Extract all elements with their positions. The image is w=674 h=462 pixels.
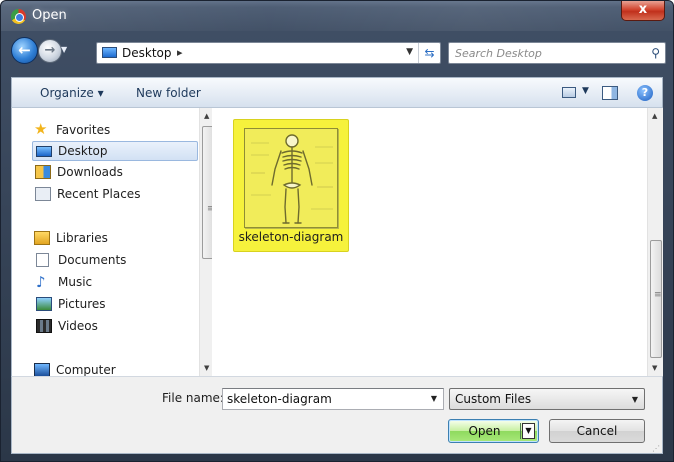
sidebar-item-music[interactable]: ♪ Music (36, 273, 186, 293)
sidebar-item-label: Videos (58, 319, 98, 333)
skeleton-icon (251, 134, 333, 224)
music-icon: ♪ (36, 273, 46, 291)
file-list[interactable]: skeleton-diagram (217, 108, 647, 376)
desktop-icon (36, 146, 52, 157)
sidebar-item-label: Pictures (58, 297, 106, 311)
skeleton-thumbnail (244, 128, 338, 228)
window-title: Open (32, 8, 67, 23)
file-name-label: File name: (162, 391, 224, 405)
file-type-filter[interactable]: Custom Files ▼ (449, 388, 645, 410)
sidebar-item-videos[interactable]: Videos (36, 317, 186, 337)
scrollbar-thumb[interactable]: ≡ (202, 126, 212, 259)
sidebar-item-recent-places[interactable]: Recent Places (35, 185, 185, 205)
file-name-panel: File name: ▼ Custom Files ▼ Open ▼ Cance… (11, 376, 663, 454)
sidebar-item-label: Downloads (57, 165, 123, 179)
refresh-icon: ⇆ (424, 46, 435, 60)
resize-grip-icon[interactable]: ⋰ (652, 445, 660, 453)
sidebar-item-label: Libraries (56, 231, 108, 245)
command-toolbar: Organize ▾ New folder ▼ ? (11, 77, 663, 108)
file-list-scrollbar[interactable]: ▲ ≡ ▼ (647, 108, 663, 376)
search-box[interactable]: ⚲ (448, 42, 666, 64)
sidebar-item-documents[interactable]: Documents (36, 251, 186, 271)
sidebar-item-label: Recent Places (57, 187, 141, 201)
navigation-bar: ← → ▼ Desktop ▸ ▼ ⇆ ⚲ (1, 31, 673, 73)
chevron-down-icon[interactable]: ▼ (431, 394, 437, 403)
pictures-icon (36, 297, 52, 311)
file-item-selected[interactable]: skeleton-diagram (233, 119, 349, 252)
sidebar-item-pictures[interactable]: Pictures (36, 295, 186, 315)
chevron-down-icon: ▼ (631, 395, 638, 404)
file-name-label: skeleton-diagram (238, 230, 344, 244)
recent-pages-dropdown[interactable]: ▼ (61, 45, 71, 55)
file-name-input[interactable] (227, 391, 417, 407)
navigation-pane: ★ Favorites Desktop Downloads Recent Pla… (12, 108, 212, 376)
sidebar-item-label: Desktop (58, 144, 108, 158)
forward-arrow-icon: → (44, 43, 56, 58)
open-button-label: Open (468, 424, 501, 438)
file-type-value: Custom Files (455, 392, 532, 406)
file-name-combobox[interactable]: ▼ (222, 388, 444, 410)
scrollbar-thumb[interactable]: ≡ (650, 240, 662, 358)
chevron-down-icon: ▼ (406, 47, 413, 57)
address-location[interactable]: Desktop (122, 46, 172, 60)
scrollbar-grip-icon: ≡ (207, 205, 212, 214)
libraries-icon (34, 231, 50, 245)
split-divider (520, 423, 521, 439)
scroll-down-arrow-icon[interactable]: ▼ (652, 364, 657, 372)
sidebar-item-desktop[interactable]: Desktop (32, 141, 198, 161)
cancel-button[interactable]: Cancel (549, 419, 645, 443)
sidebar-item-label: Favorites (56, 123, 111, 137)
open-button[interactable]: Open ▼ (448, 419, 539, 443)
new-folder-button[interactable]: New folder (136, 86, 201, 100)
chrome-app-icon (11, 9, 26, 24)
content-area: ★ Favorites Desktop Downloads Recent Pla… (11, 108, 663, 376)
preview-pane-icon[interactable] (602, 86, 618, 100)
close-button[interactable]: x (621, 1, 665, 21)
chevron-down-icon: ▼ (61, 45, 68, 54)
sidebar-item-computer[interactable]: Computer (34, 361, 184, 376)
scroll-up-arrow-icon[interactable]: ▲ (652, 112, 657, 120)
scroll-up-arrow-icon[interactable]: ▲ (204, 112, 209, 120)
downloads-icon (35, 165, 51, 179)
star-icon: ★ (34, 120, 48, 138)
change-view-icon[interactable] (562, 87, 576, 98)
sidebar-item-label: Computer (56, 363, 116, 376)
organize-button[interactable]: Organize ▾ (40, 86, 104, 100)
back-arrow-icon: ← (18, 41, 31, 59)
sidebar-item-downloads[interactable]: Downloads (35, 163, 185, 183)
documents-icon (36, 253, 49, 267)
recent-places-icon (35, 187, 51, 201)
open-dialog: Open x ← → ▼ Desktop ▸ ▼ ⇆ ⚲ Organize ▾ … (0, 0, 674, 462)
desktop-icon (102, 47, 117, 58)
help-icon[interactable]: ? (637, 85, 653, 101)
search-input[interactable] (455, 45, 635, 61)
scroll-down-arrow-icon[interactable]: ▼ (204, 364, 209, 372)
address-history-dropdown[interactable]: ▼ (406, 47, 413, 57)
open-options-dropdown[interactable]: ▼ (522, 423, 535, 439)
back-button[interactable]: ← (11, 37, 38, 64)
scrollbar-grip-icon: ≡ (654, 290, 662, 300)
breadcrumb-chevron[interactable]: ▸ (177, 46, 183, 59)
sidebar-item-libraries[interactable]: Libraries (34, 229, 184, 249)
videos-icon (36, 319, 52, 333)
navigation-pane-scrollbar[interactable]: ▲ ≡ ▼ (199, 108, 212, 376)
sidebar-item-label: Music (58, 275, 93, 289)
address-bar[interactable]: Desktop ▸ ▼ ⇆ (96, 42, 441, 64)
title-bar: Open x (1, 1, 673, 31)
search-icon[interactable]: ⚲ (651, 46, 660, 60)
forward-button[interactable]: → (38, 39, 62, 63)
computer-icon (34, 363, 50, 376)
view-options-dropdown[interactable]: ▼ (582, 86, 589, 96)
sidebar-item-label: Documents (58, 253, 127, 267)
refresh-button[interactable]: ⇆ (418, 43, 440, 63)
sidebar-item-favorites[interactable]: ★ Favorites (34, 121, 184, 141)
